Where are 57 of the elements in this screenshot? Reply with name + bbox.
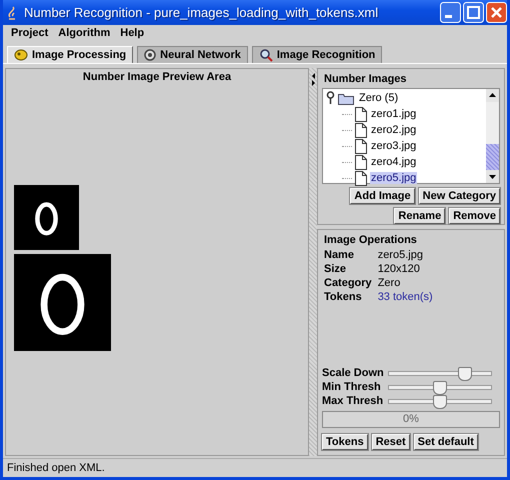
slider-label: Min Thresh	[322, 381, 382, 393]
field-label: Size	[324, 263, 348, 275]
maximize-button[interactable]	[463, 2, 484, 23]
button[interactable]: New Category	[418, 188, 500, 204]
button[interactable]: Set default	[414, 434, 478, 450]
scrollbar[interactable]	[486, 89, 499, 183]
document-icon	[355, 122, 367, 138]
field-value: zero5.jpg	[378, 249, 424, 261]
field-label: Name	[324, 249, 355, 261]
window-title: Number Recognition - pure_images_loading_with_tokens.xml	[24, 5, 380, 20]
panel-title: Number Images	[323, 72, 408, 87]
minimize-button[interactable]	[440, 2, 461, 23]
slider-thumb[interactable]	[432, 394, 447, 408]
collapse-arrows-icon[interactable]	[310, 72, 316, 86]
field-value: 120x120	[378, 263, 421, 275]
gear-icon	[144, 49, 156, 61]
scroll-thumb[interactable]	[486, 144, 499, 170]
tree-item[interactable]: zero3.jpg	[370, 140, 418, 152]
document-icon	[355, 106, 367, 122]
folder-icon	[338, 92, 355, 104]
expand-handle-icon[interactable]	[326, 91, 335, 105]
menu-item[interactable]: Project	[7, 27, 52, 43]
document-icon	[355, 138, 367, 154]
panel-title: Number Image Preview Area	[82, 70, 232, 83]
close-button[interactable]	[486, 2, 507, 23]
field-value: Zero	[378, 277, 402, 289]
menu-item[interactable]: Help	[116, 27, 148, 43]
document-icon	[355, 154, 367, 170]
tree-item[interactable]: Zero (5)	[358, 92, 400, 104]
tokens-link[interactable]: 33 token(s)	[378, 291, 500, 303]
tree-item[interactable]: zero1.jpg	[370, 108, 418, 120]
button[interactable]: Tokens	[322, 434, 368, 450]
tab[interactable]: Image Recognition	[252, 46, 382, 63]
digit-thumbnail	[14, 185, 79, 250]
button[interactable]: Remove	[449, 208, 500, 224]
splitter-handle[interactable]	[309, 68, 317, 456]
slider-thumb[interactable]	[432, 380, 447, 394]
tree-item[interactable]: zero5.jpg	[370, 172, 418, 184]
field-label: Category	[324, 277, 372, 289]
scroll-up-icon[interactable]	[486, 89, 499, 102]
button[interactable]: Add Image	[350, 188, 415, 204]
panel-title: Image Operations	[323, 233, 418, 248]
scroll-down-icon[interactable]	[486, 170, 499, 183]
status-text: Finished open XML.	[3, 458, 507, 477]
button[interactable]: Reset	[372, 434, 410, 450]
field-label: Tokens	[324, 291, 363, 303]
tree-item[interactable]: zero4.jpg	[370, 156, 418, 168]
magnifier-icon	[258, 48, 273, 62]
slider-label: Max Thresh	[322, 395, 384, 407]
progress-text: 0%	[403, 413, 419, 425]
tree-item[interactable]: zero2.jpg	[370, 124, 418, 136]
tab[interactable]: Neural Network	[137, 46, 248, 63]
slider-label: Scale Down	[322, 367, 384, 379]
button[interactable]: Rename	[394, 208, 446, 224]
tab[interactable]: Image Processing	[7, 46, 134, 63]
slider-thumb[interactable]	[458, 366, 472, 380]
menu-item[interactable]: Algorithm	[54, 27, 114, 43]
